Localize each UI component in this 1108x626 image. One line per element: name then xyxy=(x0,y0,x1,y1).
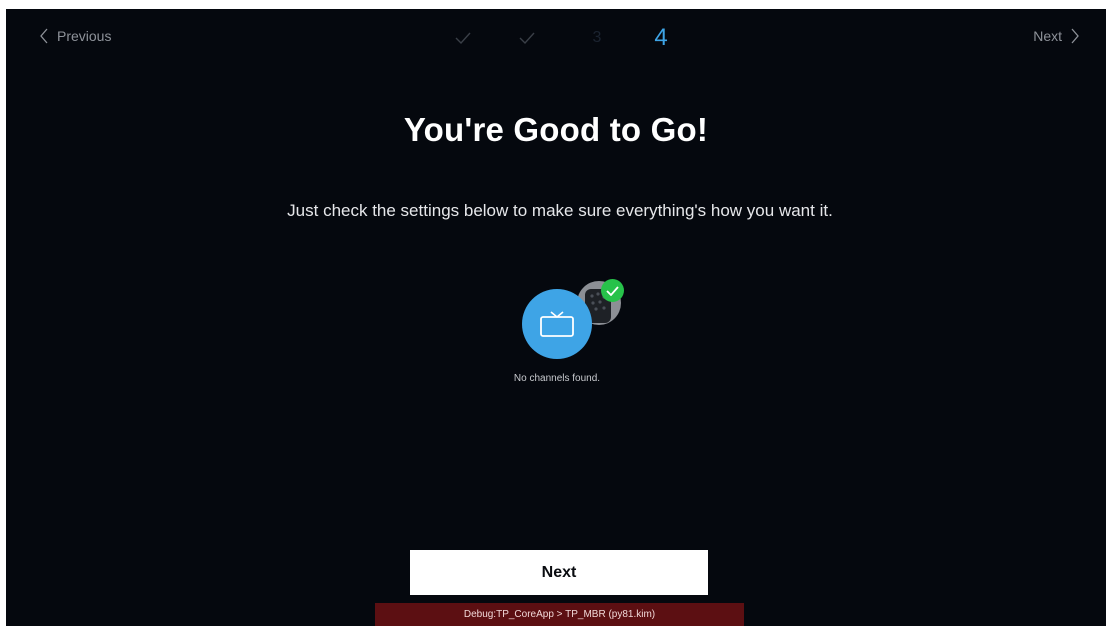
previous-label: Previous xyxy=(57,28,112,44)
page-subtitle: Just check the settings below to make su… xyxy=(287,201,833,220)
step-1-completed xyxy=(451,23,475,53)
step-indicator: 3 4 xyxy=(451,23,681,53)
step-3-upcoming: 3 xyxy=(592,29,602,46)
chevron-left-icon xyxy=(40,28,48,44)
step-4-current: 4 xyxy=(654,24,668,51)
checkmark-icon xyxy=(606,285,619,296)
chevron-right-icon xyxy=(1071,28,1079,44)
checkmark-icon xyxy=(455,32,471,44)
setup-screen: Previous 3 4 Next You're Good to Go! Jus… xyxy=(6,9,1106,626)
tv-icon xyxy=(540,311,574,337)
checkmark-icon xyxy=(519,32,535,44)
previous-button[interactable]: Previous xyxy=(39,28,111,44)
next-nav-label: Next xyxy=(1033,28,1062,44)
tv-badge xyxy=(522,289,592,359)
page-title: You're Good to Go! xyxy=(403,111,709,148)
channel-status-text: No channels found. xyxy=(513,373,601,384)
next-button[interactable]: Next xyxy=(410,550,708,595)
success-badge xyxy=(601,279,624,302)
step-2-completed xyxy=(515,23,539,53)
debug-banner: Debug:TP_CoreApp > TP_MBR (py81.kim) xyxy=(375,603,744,626)
next-nav-button[interactable]: Next xyxy=(1033,28,1080,44)
